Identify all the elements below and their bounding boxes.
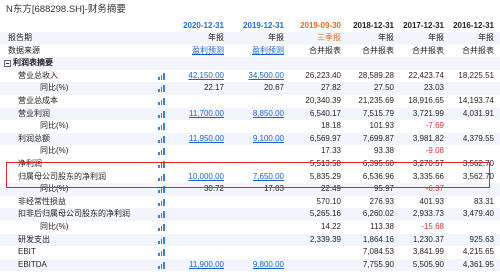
row-label: 净利润 (18, 158, 42, 168)
date-col-6[interactable]: 2016-12-31 (432, 20, 494, 32)
bar-chart-icon[interactable] (158, 249, 165, 257)
bar-chart-icon[interactable] (158, 123, 165, 131)
cell: -6.37 (425, 184, 444, 194)
date-col-2[interactable]: 2019-12-31 (222, 20, 284, 32)
row-label: 同比(%) (40, 146, 69, 156)
financial-summary-table: 2020-12-31 2019-12-31 2019-09-30 2018-12… (0, 20, 500, 272)
row-label: 研发支出 (18, 234, 50, 244)
row-label: 营业利润 (18, 108, 50, 118)
table-row-cost: 营业总成本 20,340.39 21,235.69 18,916.65 14,1… (0, 95, 500, 108)
cell: -15.68 (421, 221, 444, 231)
table-row-total-profit: 利润总额 11,950.00 9,100.00 6,569.97 7,699.8… (0, 132, 500, 146)
row-label: 同比(%) (40, 221, 69, 231)
cell: -9.08 (425, 146, 444, 156)
cell: 83.31 (473, 196, 494, 206)
table-row-rnd: 研发支出 2,339.39 1,864.16 1,230.37 925.63 (0, 233, 500, 247)
cell: 14,193.74 (458, 95, 494, 105)
table-row-net-profit: 净利润 5,513.58 6,395.60 3,270.57 3,562.70 (0, 157, 500, 171)
cell[interactable]: 42,150.00 (162, 70, 224, 83)
date-col-1[interactable]: 2020-12-31 (162, 20, 224, 32)
row-label: 同比(%) (40, 121, 69, 131)
cell: -7.69 (425, 121, 444, 131)
table-row-total-profit-yoy: 同比(%) 17.33 93.38 -9.08 (0, 145, 500, 158)
table-row-op-profit-yoy: 同比(%) 18.18 101.93 -7.69 (0, 120, 500, 133)
table-row-nonrecurring: 非经常性损益 570.10 276.93 401.93 83.31 (0, 196, 500, 209)
cell: 4,379.55 (462, 133, 494, 143)
row-label: 非经常性损益 (18, 196, 66, 206)
cell: 4,031.91 (462, 108, 494, 118)
cell: 4,215.65 (462, 247, 494, 257)
bar-chart-icon[interactable] (158, 198, 165, 206)
cell: 925.63 (469, 234, 494, 244)
bar-chart-icon[interactable] (158, 236, 165, 244)
cell: 17.03 (263, 184, 284, 194)
period-col-1: 年报 (208, 33, 224, 42)
cell[interactable]: 11,700.00 (162, 108, 224, 121)
bar-chart-icon[interactable] (158, 148, 165, 156)
row-label: EBIT (18, 247, 36, 257)
cell[interactable]: 10,000.00 (162, 171, 224, 184)
period-col-2: 年报 (268, 33, 284, 42)
table-row-np-deducted-yoy: 同比(%) 14.22 113.38 -15.68 (0, 221, 500, 234)
cell: 3,479.40 (462, 209, 494, 219)
table-row-op-profit: 营业利润 11,700.00 8,850.00 6,540.17 7,515.7… (0, 107, 500, 121)
cell: 30.72 (203, 184, 224, 194)
source-link-2[interactable]: 盈利预测 (222, 45, 284, 58)
header-source-row: 数据来源 盈利预测 盈利预测 合并报表 合并报表 合并报表 合并报表 (0, 45, 500, 58)
section-profit-header[interactable]: 利润表摘要 (0, 57, 500, 70)
cell[interactable]: 9,100.00 (222, 133, 284, 146)
cell[interactable]: 9,800.00 (222, 259, 284, 272)
row-label: 同比(%) (40, 184, 69, 194)
table-row-np-parent: 归属母公司股东的净利润 10,000.00 7,650.00 5,835.29 … (0, 170, 500, 184)
row-label: 利润总额 (18, 133, 50, 143)
source-link-1[interactable]: 盈利预测 (162, 45, 224, 58)
cell: 3,562.70 (462, 171, 494, 181)
bar-chart-icon[interactable] (158, 97, 165, 105)
row-label: 营业总收入 (18, 70, 58, 80)
period-col-6: 年报 (478, 33, 494, 42)
source-col-6: 合并报表 (462, 45, 494, 55)
bar-chart-icon[interactable] (158, 160, 165, 168)
cell[interactable]: 7,650.00 (222, 171, 284, 184)
period-label: 报告期 (8, 33, 32, 42)
row-label: 扣非后归属母公司股东的净利润 (18, 209, 130, 219)
cell: 3,562.70 (462, 158, 494, 168)
bar-chart-icon[interactable] (158, 211, 165, 219)
cell: 20.67 (263, 83, 284, 93)
cell: 22.17 (203, 83, 224, 93)
cell[interactable]: 8,850.00 (222, 108, 284, 121)
cell: 4,361.95 (462, 259, 494, 269)
cell: 23.03 (423, 83, 444, 93)
cell[interactable]: 11,950.00 (162, 133, 224, 146)
table-row-revenue-yoy: 同比(%) 22.17 20.67 27.82 27.50 23.03 (0, 82, 500, 95)
table-row-ebitda: EBITDA 11,900.00 9,800.00 7,755.90 5,505… (0, 258, 500, 272)
cell: 18,225.51 (458, 70, 494, 80)
row-label: 归属母公司股东的净利润 (18, 171, 106, 181)
row-label: 营业总成本 (18, 95, 58, 105)
row-label: EBITDA (18, 259, 47, 269)
minus-box-icon[interactable] (4, 60, 11, 68)
header-period-row: 报告期 年报 年报 三季报 年报 年报 年报 (0, 32, 500, 45)
cell[interactable]: 34,500.00 (222, 70, 284, 83)
source-label: 数据来源 (8, 45, 40, 55)
bar-chart-icon[interactable] (158, 223, 165, 231)
window-title: N东方[688298.SH]-财务摘要 (0, 0, 500, 20)
table-row-ebit: EBIT 7,084.53 3,841.99 4,215.65 (0, 246, 500, 259)
cell[interactable]: 11,900.00 (162, 259, 224, 272)
row-label: 同比(%) (40, 83, 69, 93)
section-profit-title: 利润表摘要 (13, 58, 53, 68)
table-row-revenue: 营业总收入 42,150.00 34,500.00 26,223.40 28,5… (0, 70, 500, 83)
header-dates-row: 2020-12-31 2019-12-31 2019-09-30 2018-12… (0, 20, 500, 32)
table-row-np-parent-yoy: 同比(%) 30.72 17.03 22.49 95.97 -6.37 (0, 183, 500, 196)
table-row-np-deducted: 扣非后归属母公司股东的净利润 5,265.16 6,260.02 2,933.7… (0, 208, 500, 221)
